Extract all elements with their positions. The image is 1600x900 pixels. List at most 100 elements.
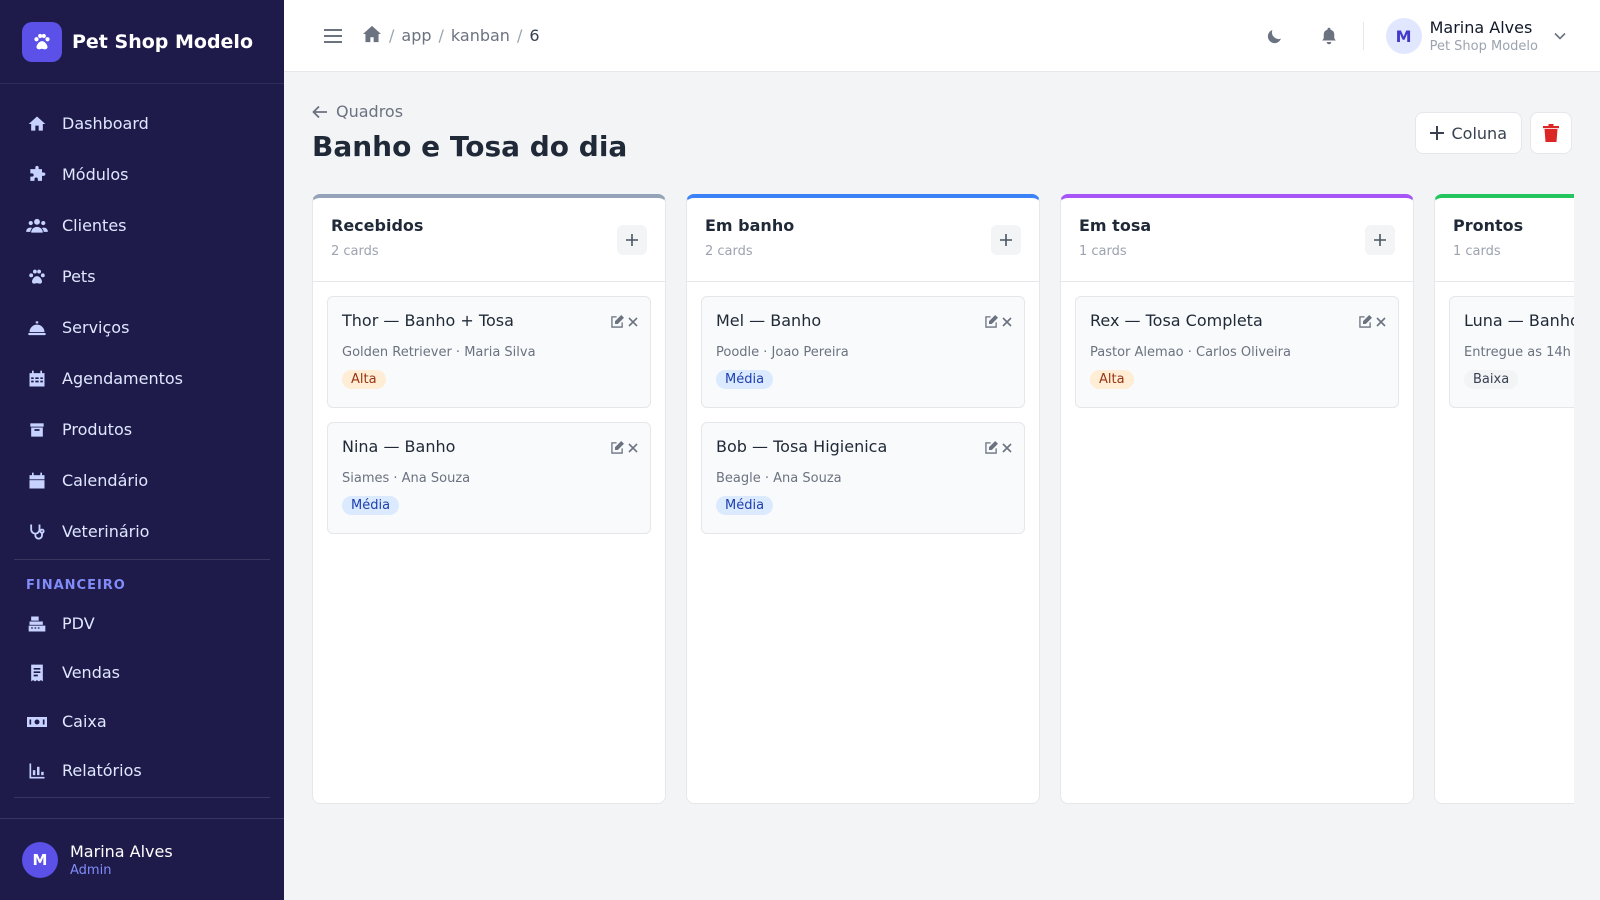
avatar[interactable]: M bbox=[1385, 18, 1422, 54]
column-count: 2 cards bbox=[331, 244, 379, 259]
card-actions bbox=[981, 315, 1012, 328]
card-list: Luna — Banho Entregue as 14h Baixa bbox=[1435, 282, 1574, 408]
trash-icon bbox=[1543, 124, 1559, 142]
sidebar-item-vendas[interactable]: Vendas bbox=[0, 648, 284, 697]
sidebar-item-clientes[interactable]: Clientes bbox=[0, 200, 284, 251]
bell-service-icon bbox=[26, 317, 48, 339]
close-icon[interactable] bbox=[1002, 316, 1012, 327]
card-actions bbox=[607, 315, 638, 328]
card-subtitle: Poodle · Joao Pereira bbox=[716, 345, 849, 360]
column-name: Em tosa bbox=[1079, 216, 1152, 235]
moon-icon[interactable] bbox=[1263, 24, 1287, 48]
priority-badge: Baixa bbox=[1464, 370, 1519, 389]
plus-icon bbox=[1429, 126, 1444, 140]
money-icon bbox=[26, 711, 48, 733]
breadcrumb-app[interactable]: app bbox=[401, 26, 431, 45]
card-subtitle: Golden Retriever · Maria Silva bbox=[342, 345, 536, 360]
menu-toggle-icon[interactable] bbox=[322, 25, 344, 47]
card-actions bbox=[607, 441, 638, 454]
card-title: Nina — Banho bbox=[342, 437, 456, 456]
add-column-button[interactable]: Coluna bbox=[1414, 112, 1522, 154]
sidebar-item-caixa[interactable]: Caixa bbox=[0, 697, 284, 746]
card-list: Rex — Tosa Completa Pastor Alemao · Carl… bbox=[1061, 282, 1413, 408]
chevron-down-icon[interactable] bbox=[1552, 28, 1568, 44]
breadcrumb-current: 6 bbox=[529, 26, 540, 45]
card-subtitle: Entregue as 14h bbox=[1464, 345, 1571, 360]
sidebar-item-dashboard[interactable]: Dashboard bbox=[0, 98, 284, 149]
card-title: Mel — Banho bbox=[716, 311, 822, 330]
close-icon[interactable] bbox=[628, 316, 638, 327]
topbar: / app / kanban / 6 M Marina Alves Pet Sh… bbox=[284, 0, 1600, 72]
topbar-user[interactable]: Marina Alves Pet Shop Modelo bbox=[1430, 18, 1538, 54]
add-card-button[interactable] bbox=[1365, 225, 1395, 255]
puzzle-icon bbox=[26, 164, 48, 186]
edit-icon[interactable] bbox=[985, 315, 998, 328]
avatar: M bbox=[22, 841, 58, 878]
edit-icon[interactable] bbox=[611, 441, 624, 454]
card-actions bbox=[1355, 315, 1386, 328]
sidebar-item-veterinario[interactable]: Veterinário bbox=[0, 506, 284, 557]
kanban-column-prontos: Prontos 1 cards Luna — Banho Entregue as… bbox=[1434, 194, 1574, 804]
sidebar-item-modulos[interactable]: Módulos bbox=[0, 149, 284, 200]
sidebar-item-pdv[interactable]: PDV bbox=[0, 599, 284, 648]
card-actions bbox=[981, 441, 1012, 454]
sidebar-item-servicos[interactable]: Serviços bbox=[0, 302, 284, 353]
sidebar-item-label: Clientes bbox=[62, 216, 127, 235]
priority-badge: Média bbox=[716, 370, 774, 389]
kanban-card[interactable]: Mel — Banho Poodle · Joao Pereira Média bbox=[701, 296, 1025, 408]
home-icon[interactable] bbox=[362, 25, 382, 47]
users-icon bbox=[26, 215, 48, 237]
sidebar-item-label: Calendário bbox=[62, 471, 149, 490]
kanban-card[interactable]: Rex — Tosa Completa Pastor Alemao · Carl… bbox=[1075, 296, 1399, 408]
card-subtitle: Pastor Alemao · Carlos Oliveira bbox=[1090, 345, 1291, 360]
breadcrumb-separator: / bbox=[389, 26, 395, 45]
delete-board-button[interactable] bbox=[1530, 112, 1572, 154]
brand[interactable]: Pet Shop Modelo bbox=[0, 0, 284, 84]
kanban-column-em-banho: Em banho 2 cards Mel — Banho Poodle · Jo… bbox=[686, 194, 1040, 804]
paw-logo-icon bbox=[22, 21, 62, 62]
add-card-button[interactable] bbox=[991, 225, 1021, 255]
stethoscope-icon bbox=[26, 521, 48, 543]
paw-icon bbox=[26, 266, 48, 288]
back-link[interactable]: Quadros bbox=[312, 102, 403, 121]
edit-icon[interactable] bbox=[611, 315, 624, 328]
column-name: Em banho bbox=[705, 216, 795, 235]
kanban-card[interactable]: Bob — Tosa Higienica Beagle · Ana Souza … bbox=[701, 422, 1025, 534]
sidebar-item-pets[interactable]: Pets bbox=[0, 251, 284, 302]
nav-section-financeiro: FINANCEIRO bbox=[26, 578, 126, 593]
sidebar-item-label: PDV bbox=[62, 614, 95, 633]
sidebar-item-calendario[interactable]: Calendário bbox=[0, 455, 284, 506]
sidebar-item-label: Veterinário bbox=[62, 522, 150, 541]
arrow-left-icon bbox=[312, 105, 327, 118]
kanban-card[interactable]: Nina — Banho Siames · Ana Souza Média bbox=[327, 422, 651, 534]
sidebar-item-label: Pets bbox=[62, 267, 96, 286]
close-icon[interactable] bbox=[1376, 316, 1386, 327]
sidebar-item-label: Módulos bbox=[62, 165, 129, 184]
plus-icon bbox=[626, 234, 638, 246]
sidebar-item-relatorios[interactable]: Relatórios bbox=[0, 746, 284, 795]
add-card-button[interactable] bbox=[617, 225, 647, 255]
add-column-label: Coluna bbox=[1451, 123, 1508, 143]
bell-icon[interactable] bbox=[1317, 24, 1341, 48]
kanban-card[interactable]: Luna — Banho Entregue as 14h Baixa bbox=[1449, 296, 1574, 408]
plus-icon bbox=[1000, 234, 1012, 246]
nav-divider bbox=[14, 797, 270, 798]
kanban-card[interactable]: Thor — Banho + Tosa Golden Retriever · M… bbox=[327, 296, 651, 408]
breadcrumb: / app / kanban / 6 bbox=[362, 25, 540, 47]
close-icon[interactable] bbox=[1002, 442, 1012, 453]
sidebar-item-produtos[interactable]: Produtos bbox=[0, 404, 284, 455]
topbar-actions: M Marina Alves Pet Shop Modelo bbox=[1233, 0, 1568, 72]
cash-register-icon bbox=[26, 613, 48, 635]
close-icon[interactable] bbox=[628, 442, 638, 453]
edit-icon[interactable] bbox=[985, 441, 998, 454]
edit-icon[interactable] bbox=[1359, 315, 1372, 328]
sidebar-item-agendamentos[interactable]: Agendamentos bbox=[0, 353, 284, 404]
sidebar-item-label: Serviços bbox=[62, 318, 130, 337]
breadcrumb-kanban[interactable]: kanban bbox=[451, 26, 510, 45]
page-title: Banho e Tosa do dia bbox=[312, 130, 628, 163]
box-icon bbox=[26, 419, 48, 441]
column-name: Prontos bbox=[1453, 216, 1524, 235]
sidebar-item-label: Relatórios bbox=[62, 761, 142, 780]
brand-name: Pet Shop Modelo bbox=[72, 30, 254, 53]
sidebar-user[interactable]: M Marina Alves Admin bbox=[0, 818, 284, 900]
